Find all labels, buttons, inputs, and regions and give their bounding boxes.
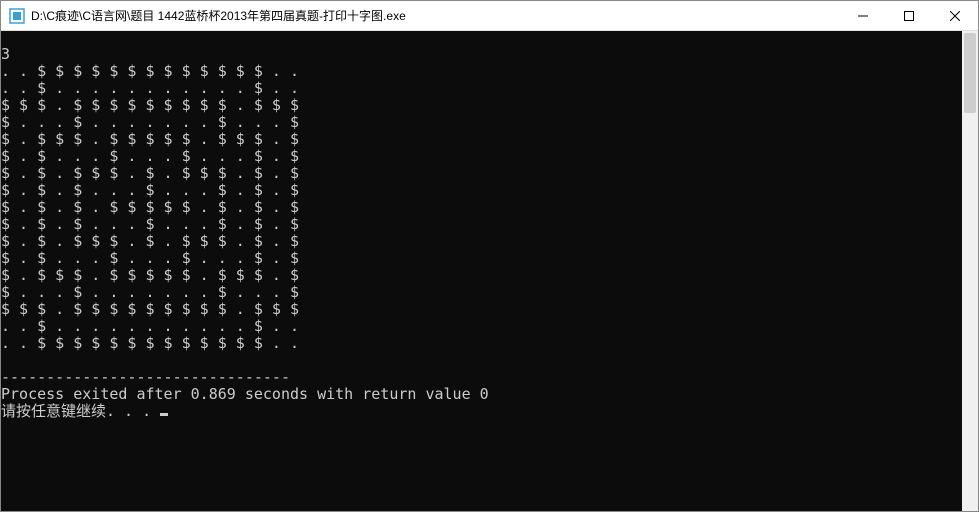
client-area: 3 . . $ $ $ $ $ $ $ $ $ $ $ $ $ . . . . … [1, 31, 978, 511]
close-icon [950, 11, 960, 21]
vertical-scrollbar[interactable] [962, 31, 978, 511]
scrollbar-thumb[interactable] [964, 33, 976, 113]
console-output[interactable]: 3 . . $ $ $ $ $ $ $ $ $ $ $ $ $ . . . . … [1, 46, 962, 496]
minimize-icon [858, 11, 868, 21]
app-icon [9, 8, 25, 24]
close-button[interactable] [932, 1, 978, 31]
app-window: D:\C痕迹\C语言网\题目 1442蓝桥杯2013年第四届真题-打印十字图.e… [0, 0, 979, 512]
window-title: D:\C痕迹\C语言网\题目 1442蓝桥杯2013年第四届真题-打印十字图.e… [31, 7, 840, 24]
window-controls [840, 1, 978, 31]
minimize-button[interactable] [840, 1, 886, 31]
maximize-button[interactable] [886, 1, 932, 31]
maximize-icon [904, 11, 914, 21]
titlebar[interactable]: D:\C痕迹\C语言网\题目 1442蓝桥杯2013年第四届真题-打印十字图.e… [1, 1, 978, 31]
text-cursor [160, 413, 168, 416]
